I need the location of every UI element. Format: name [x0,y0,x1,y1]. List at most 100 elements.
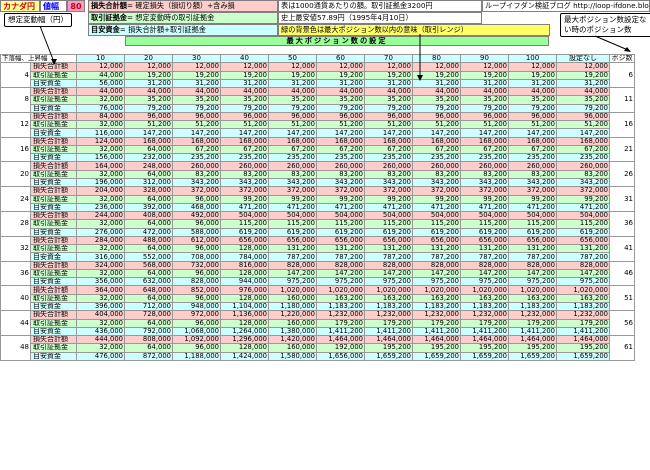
value-cell: 31,200 [172,78,221,89]
value-cell: 372,000 [172,186,221,196]
value-cell: 708,000 [172,252,221,262]
value-cell: 260,000 [460,161,509,171]
value-cell: 147,200 [268,268,317,279]
table-row: 取引証拠金 32,000 64,000 96,000 128,000 160,000 163… [1,293,635,303]
value-cell: 32,000 [76,268,125,279]
value-cell: 44,000 [412,87,461,97]
value-cell: 116,000 [76,128,125,138]
value-cell: 471,200 [268,202,317,213]
value-cell: 32,000 [76,120,125,130]
table-row: 32 損失合計額 284,000 488,000 612,000 656,000 656,0… [0,235,635,262]
value-cell: 1,659,200 [364,351,413,361]
row-label-target: 目安資金 [30,153,77,163]
value-cell: 31,200 [268,78,317,89]
table-row: 取引証拠金 32,000 64,000 67,200 67,200 67,200 67,20… [1,144,635,155]
value-cell: 1,411,200 [556,326,610,337]
table-row: 取引証拠金 32,000 64,000 96,000 99,200 99,200 99,20… [1,194,635,204]
value-cell: 160,000 [268,318,317,328]
value-cell: 35,200 [412,95,461,105]
value-cell: 168,000 [268,136,317,146]
value-cell: 343,200 [316,177,365,188]
value-cell: 83,200 [412,169,461,180]
sheet-header: カナダ円 値幅 80 損失合計額= 確定損失（損切り額）+含み損 取引証拠金= … [0,0,650,54]
value-cell: 163,200 [412,293,461,303]
value-cell: 84,000 [76,111,125,122]
value-cell: 260,000 [364,161,413,171]
table-row: 取引証拠金 32,000 35,200 35,200 35,200 35,200 35,20… [1,95,635,105]
value-cell: 79,200 [316,103,365,113]
value-cell: 1,020,000 [508,285,557,295]
value-cell: 67,200 [220,144,269,155]
value-cell: 32,000 [76,144,125,155]
value-cell: 1,464,000 [364,335,413,345]
value-cell: 164,000 [76,161,125,171]
value-cell: 31,200 [364,78,413,89]
value-cell: 828,000 [508,260,557,270]
table-row: 取引証拠金 32,000 64,000 96,000 128,000 131,200 131… [1,244,635,254]
value-cell: 372,000 [460,186,509,196]
value-cell: 1,183,200 [556,301,610,312]
value-cell: 179,200 [412,318,461,328]
value-cell: 732,000 [172,260,221,270]
value-cell: 235,200 [268,153,317,163]
value-cell: 64,000 [124,293,173,303]
row-label-margin: 取引証拠金 [30,219,77,229]
value-cell: 168,000 [220,136,269,146]
value-cell: 96,000 [172,111,221,122]
table-row: 取引証拠金 32,000 64,000 96,000 128,000 147,200 147… [1,268,635,279]
value-cell: 235,200 [508,153,557,163]
row-label-loss: 損失合計額 [30,310,77,320]
value-cell: 975,200 [364,277,413,287]
value-cell: 147,200 [556,128,610,138]
value-cell: 235,200 [364,153,413,163]
value-cell: 944,000 [220,277,269,287]
range-value: 44 [0,310,31,337]
value-cell: 19,200 [508,70,557,80]
value-cell: 44,000 [172,87,221,97]
value-cell: 31,200 [124,78,173,89]
value-cell: 504,000 [460,211,509,221]
blog-link[interactable]: ループイフダン検証ブログ http://loop-ifdone.blog.jp/ [482,0,650,12]
column-header-11: 設定なし [556,53,610,64]
value-cell: 244,000 [76,211,125,221]
row-label-loss: 損失合計額 [30,235,77,246]
value-cell: 67,200 [412,144,461,155]
value-cell: 35,200 [364,95,413,105]
value-cell: 471,200 [364,202,413,213]
value-cell: 343,200 [508,177,557,188]
row-label-loss: 損失合計額 [30,161,77,171]
value-cell: 324,000 [76,260,125,270]
value-cell: 392,000 [124,202,173,213]
value-cell: 1,020,000 [364,285,413,295]
table-row: 目安資金 436,000 792,000 1,068,000 1,264,000 1,38… [1,326,635,337]
value-cell: 99,200 [268,194,317,204]
value-cell: 51,200 [412,120,461,130]
value-cell: 35,200 [172,95,221,105]
value-cell: 1,464,000 [508,335,557,345]
value-cell: 147,200 [316,128,365,138]
value-cell: 179,200 [460,318,509,328]
value-cell: 1,464,000 [460,335,509,345]
value-cell: 44,000 [268,87,317,97]
value-cell: 196,000 [76,177,125,188]
value-cell: 131,200 [316,244,365,254]
value-cell: 131,200 [508,244,557,254]
value-cell: 51,200 [508,120,557,130]
value-cell: 235,200 [556,153,610,163]
value-cell: 35,200 [268,95,317,105]
table-row: 4 損失合計額 12,000 12,000 12,000 12,000 12,000 12,0… [0,62,635,89]
table-row: 目安資金 156,000 232,000 235,200 235,200 235,200 2… [1,153,635,163]
haba-value[interactable]: 80 [67,0,85,12]
value-cell: 471,200 [556,202,610,213]
value-cell: 1,464,000 [316,335,365,345]
range-column-header: 下落幅、上昇幅 [0,53,77,64]
value-cell: 1,659,200 [460,351,509,361]
value-cell: 12,000 [508,62,557,72]
value-cell: 19,200 [220,70,269,80]
value-cell: 96,000 [124,111,173,122]
value-cell: 656,000 [364,235,413,246]
value-cell: 476,000 [76,351,125,361]
row-label-target: 目安資金 [30,202,77,213]
value-cell: 96,000 [412,111,461,122]
table-row: 24 損失合計額 204,000 328,000 372,000 372,000 372,0… [0,186,635,213]
